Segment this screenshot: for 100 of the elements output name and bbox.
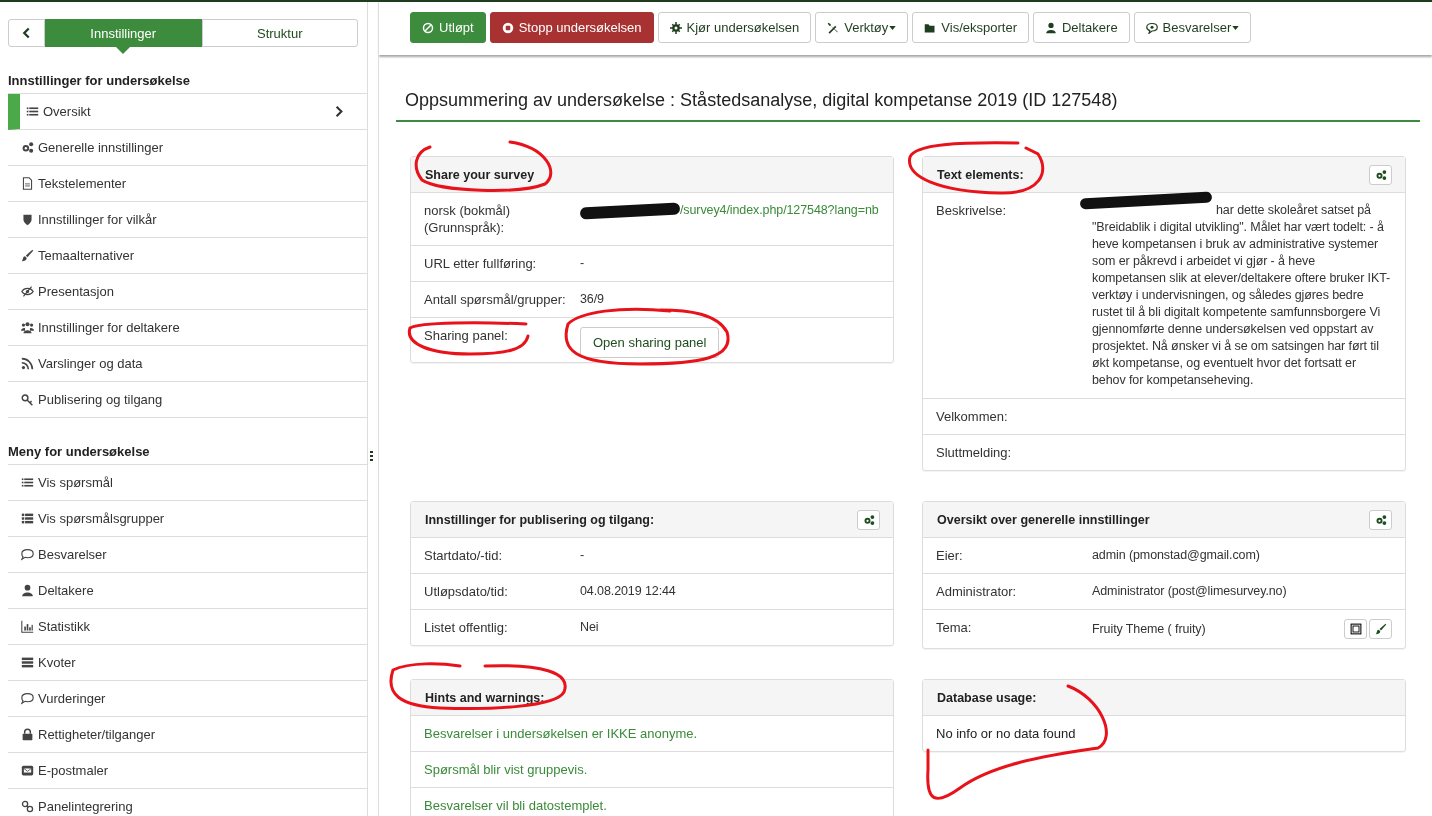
page-title: Oppsummering av undersøkelse : Ståstedsanalyse, digital kompetanse 2019 (ID 127548) xyxy=(396,89,1420,122)
sidebar-item[interactable]: Temaalternativer xyxy=(8,238,367,274)
settings-button[interactable] xyxy=(1369,164,1392,185)
comment-icon xyxy=(1145,21,1158,34)
sidebar-item[interactable]: Deltakere xyxy=(8,573,367,609)
sidebar-item[interactable]: Oversikt xyxy=(8,94,367,130)
tools-icon xyxy=(827,21,840,34)
field-value: 36/9 xyxy=(580,291,605,308)
field-label: Antall spørsmål/grupper: xyxy=(424,291,567,308)
eye-icon xyxy=(21,285,34,298)
chevron-left-icon xyxy=(22,27,31,39)
field-label: Utløpsdato/tid: xyxy=(424,583,509,600)
sidebar-item[interactable]: Rettigheter/tilganger xyxy=(8,717,367,753)
field-label: Listet offentlig: xyxy=(424,619,509,636)
preview-button[interactable] xyxy=(1344,619,1367,639)
comment-icon xyxy=(21,692,34,705)
users-icon xyxy=(21,321,34,334)
tab-pointer-icon xyxy=(116,47,131,54)
sidebar-item[interactable]: Panelintegrering xyxy=(8,789,367,816)
section-heading: Meny for undersøkelse xyxy=(8,444,151,459)
field-label: Velkommen: xyxy=(936,408,1009,425)
gears-icon xyxy=(1374,513,1387,526)
toolbar-button[interactable]: Deltakere xyxy=(1032,12,1130,43)
sidebar-item[interactable]: Statistikk xyxy=(8,609,367,645)
document-icon xyxy=(21,177,34,190)
toolbar-button[interactable]: Besvarelser xyxy=(1133,12,1252,43)
panel-title: Database usage: xyxy=(937,690,1037,705)
sidebar-item[interactable]: E-postmaler xyxy=(8,753,367,789)
field-value: - xyxy=(580,255,586,272)
sidebar-item[interactable]: Tekstelementer xyxy=(8,166,367,202)
field-label: norsk (bokmål) (Grunnspråk): xyxy=(424,202,511,236)
field-value: Nei xyxy=(580,619,600,636)
image-icon xyxy=(1349,623,1362,635)
open-sharing-panel-button[interactable]: Open sharing panel xyxy=(580,327,720,358)
list-icon xyxy=(21,512,34,525)
folder-icon xyxy=(924,21,937,34)
survey-link[interactable]: /survey4/index.php/127548?lang=nb xyxy=(580,202,880,219)
list-icon xyxy=(26,105,39,118)
sidebar-item[interactable]: Vurderinger xyxy=(8,681,367,717)
stop-icon xyxy=(501,21,514,34)
field-label: Beskrivelse: xyxy=(936,202,1008,219)
toolbar-button[interactable]: Kjør undersøkelsen xyxy=(657,12,812,43)
gear-icon xyxy=(669,21,682,34)
sidebar-item[interactable]: Varslinger og data xyxy=(8,346,367,382)
panel-title: Text elements: xyxy=(937,167,1024,182)
field-value: har dette skoleåret satset på "Breidablik i digital utvikling". Målet har vært todelt: - å heve kompetansen i bruk av administrative systemer som er påkrevd i arbeidet vi gjør - å heve kompetansen slik at elever/deltakere oftere bruker IKT-verktøy i undervisningen, og således gjøres bedre rustet til å bli digitalt kompetente samfunnsborgere Vi gjennomførte denne undersøkelsen ved oppstart av prosjektet. Nå ønsker vi å se om satsingen har ført til økt kompetanse, og eventuelt hvor det fortsatt er behov for kompetanseheving. xyxy=(1092,202,1392,389)
field-label: Administrator: xyxy=(936,583,1018,600)
key-icon xyxy=(21,393,34,406)
settings-button[interactable] xyxy=(1369,509,1392,530)
caret-icon xyxy=(1232,25,1240,30)
field-label: Sharing panel: xyxy=(424,327,509,344)
field-value: - xyxy=(580,547,586,564)
field-label: Eier: xyxy=(936,547,964,564)
field-label: Startdato/-tid: xyxy=(424,547,504,564)
sidebar-item[interactable]: Presentasjon xyxy=(8,274,367,310)
field-value: Administrator (post@limesurvey.no) xyxy=(1092,583,1288,600)
sidebar-item[interactable]: Vis spørsmålsgrupper xyxy=(8,501,367,537)
shield-icon xyxy=(21,213,34,226)
gears-icon xyxy=(862,513,875,526)
gears-icon xyxy=(21,141,34,154)
hint-text: Besvarelser vil bli datostemplet. xyxy=(424,797,607,814)
user-icon xyxy=(1044,21,1057,34)
toolbar-button[interactable]: Utløpt xyxy=(410,12,486,43)
sidebar-item[interactable]: Innstillinger for vilkår xyxy=(8,202,367,238)
hint-text: Spørsmål blir vist gruppevis. xyxy=(424,761,588,778)
comment-icon xyxy=(21,548,34,561)
back-button[interactable] xyxy=(8,19,45,47)
sidebar-item[interactable]: Publisering og tilgang xyxy=(8,382,367,418)
panel-title: Oversikt over generelle innstillinger xyxy=(937,512,1150,527)
brush-icon xyxy=(21,249,34,262)
edit-theme-button[interactable] xyxy=(1369,619,1392,639)
user-icon xyxy=(21,584,34,597)
field-value: Fruity Theme ( fruity) xyxy=(1092,620,1206,638)
brush-icon xyxy=(1374,623,1387,635)
sidebar-item[interactable]: Kvoter xyxy=(8,645,367,681)
gears-icon xyxy=(1374,168,1387,181)
hint-text: Besvarelser i undersøkelsen er IKKE anonyme. xyxy=(424,725,698,742)
sidebar-item[interactable]: Innstillinger for deltakere xyxy=(8,310,367,346)
chevron-right-icon xyxy=(335,105,343,118)
section-heading: Innstillinger for undersøkelse xyxy=(8,73,192,88)
sidebar-item[interactable]: Generelle innstillinger xyxy=(8,130,367,166)
caret-icon xyxy=(889,25,897,30)
toolbar-button[interactable]: Stopp undersøkelsen xyxy=(489,12,654,43)
settings-button[interactable] xyxy=(857,509,880,530)
sidebar-item[interactable]: Vis spørsmål xyxy=(8,465,367,501)
mail-icon xyxy=(21,764,34,777)
toolbar-button[interactable]: Verktøy xyxy=(815,12,909,43)
lock-icon xyxy=(21,728,34,741)
toolbar-button[interactable]: Vis/eksporter xyxy=(912,12,1029,43)
field-label: Tema: xyxy=(936,619,973,636)
ban-icon xyxy=(422,21,434,34)
rss-icon xyxy=(21,357,34,370)
resize-handle-icon[interactable] xyxy=(370,451,373,461)
link-icon xyxy=(21,800,34,813)
field-label: URL etter fullføring: xyxy=(424,255,538,272)
bar-chart-icon xyxy=(21,620,34,633)
panel-title: Innstillinger for publisering og tilgang: xyxy=(425,512,655,527)
sidebar-tab[interactable]: Struktur xyxy=(201,19,358,47)
sidebar-item[interactable]: Besvarelser xyxy=(8,537,367,573)
list-icon xyxy=(21,476,34,489)
